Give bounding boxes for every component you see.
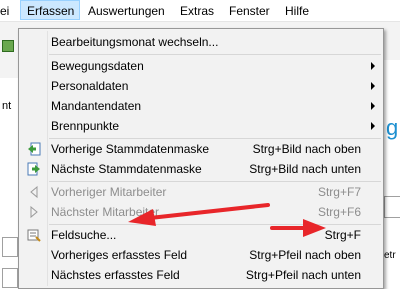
menu-item-label: Vorherige Stammdatenmaske (51, 142, 210, 156)
field-search-icon (27, 229, 41, 242)
previous-mask-icon (28, 142, 41, 156)
menu-item-feldsuche[interactable]: Feldsuche... Strg+F (19, 225, 383, 245)
menu-item-vorheriges-erfasstes-feld[interactable]: Vorheriges erfasstes Feld Strg+Pfeil nac… (19, 245, 383, 265)
menu-item-shortcut: Strg+Pfeil nach unten (245, 268, 361, 282)
menu-fenster[interactable]: Fenster (229, 3, 270, 19)
menu-item-personaldaten[interactable]: Personaldaten (19, 76, 383, 96)
menu-item-shortcut: Strg+Bild nach oben (252, 142, 361, 156)
erfassen-dropdown-menu: Bearbeitungsmonat wechseln... Bewegungsd… (18, 28, 384, 289)
left-panel-field[interactable] (2, 237, 18, 257)
menu-item-mandantendaten[interactable]: Mandantendaten (19, 96, 383, 116)
right-panel-field[interactable] (384, 196, 400, 218)
menu-hilfe[interactable]: Hilfe (285, 3, 309, 19)
menu-separator (49, 54, 381, 55)
menu-bar: ei Erfassen Auswertungen Extras Fenster … (0, 0, 400, 22)
menu-item-label: Bewegungsdaten (51, 59, 144, 73)
menu-item-shortcut: Strg+F6 (317, 205, 361, 219)
submenu-arrow-icon (371, 102, 375, 110)
menu-item-label: Vorheriges erfasstes Feld (51, 248, 188, 262)
menu-item-naechste-stammdatenmaske[interactable]: Nächste Stammdatenmaske Strg+Bild nach u… (19, 159, 383, 179)
toolbar-add-icon[interactable] (2, 40, 14, 52)
menu-item-bearbeitungsmonat[interactable]: Bearbeitungsmonat wechseln... (19, 32, 383, 52)
menu-datei[interactable]: ei (0, 3, 9, 19)
menu-auswertungen[interactable]: Auswertungen (88, 3, 165, 19)
menu-erfassen[interactable]: Erfassen (20, 0, 80, 20)
menu-item-vorheriger-mitarbeiter[interactable]: Vorheriger Mitarbeiter Strg+F7 (19, 182, 383, 202)
menu-item-label: Feldsuche... (51, 228, 117, 242)
menu-item-label: Bearbeitungsmonat wechseln... (51, 35, 219, 49)
submenu-arrow-icon (371, 122, 375, 130)
left-panel-field-2[interactable] (2, 268, 18, 288)
menu-item-label: Personaldaten (51, 79, 129, 93)
menu-item-shortcut: Strg+Bild nach unten (249, 162, 361, 176)
menu-item-shortcut: Strg+Pfeil nach oben (249, 248, 361, 262)
menu-item-naechstes-erfasstes-feld[interactable]: Nächstes erfasstes Feld Strg+Pfeil nach … (19, 265, 383, 285)
menu-item-brennpunkte[interactable]: Brennpunkte (19, 116, 383, 136)
menu-item-vorherige-stammdatenmaske[interactable]: Vorherige Stammdatenmaske Strg+Bild nach… (19, 139, 383, 159)
next-arrow-icon (30, 205, 38, 219)
menu-item-label: Vorheriger Mitarbeiter (51, 185, 167, 199)
right-panel-heading: g (386, 115, 399, 140)
menu-item-bewegungsdaten[interactable]: Bewegungsdaten (19, 56, 383, 76)
right-panel-text: etr (384, 250, 396, 261)
menu-item-label: Brennpunkte (51, 119, 120, 133)
menu-item-label: Nächster Mitarbeiter (51, 205, 160, 219)
menu-item-label: Mandantendaten (51, 99, 142, 113)
menu-item-label: Nächste Stammdatenmaske (51, 162, 202, 176)
menu-item-label: Nächstes erfasstes Feld (51, 268, 180, 282)
submenu-arrow-icon (371, 82, 375, 90)
previous-arrow-icon (30, 185, 38, 199)
menu-item-shortcut: Strg+F7 (317, 185, 361, 199)
submenu-arrow-icon (371, 62, 375, 70)
menu-extras[interactable]: Extras (180, 3, 214, 19)
next-mask-icon (27, 162, 40, 176)
menu-item-naechster-mitarbeiter[interactable]: Nächster Mitarbeiter Strg+F6 (19, 202, 383, 222)
left-panel-text: nt (2, 100, 12, 112)
menu-item-shortcut: Strg+F (324, 228, 361, 242)
